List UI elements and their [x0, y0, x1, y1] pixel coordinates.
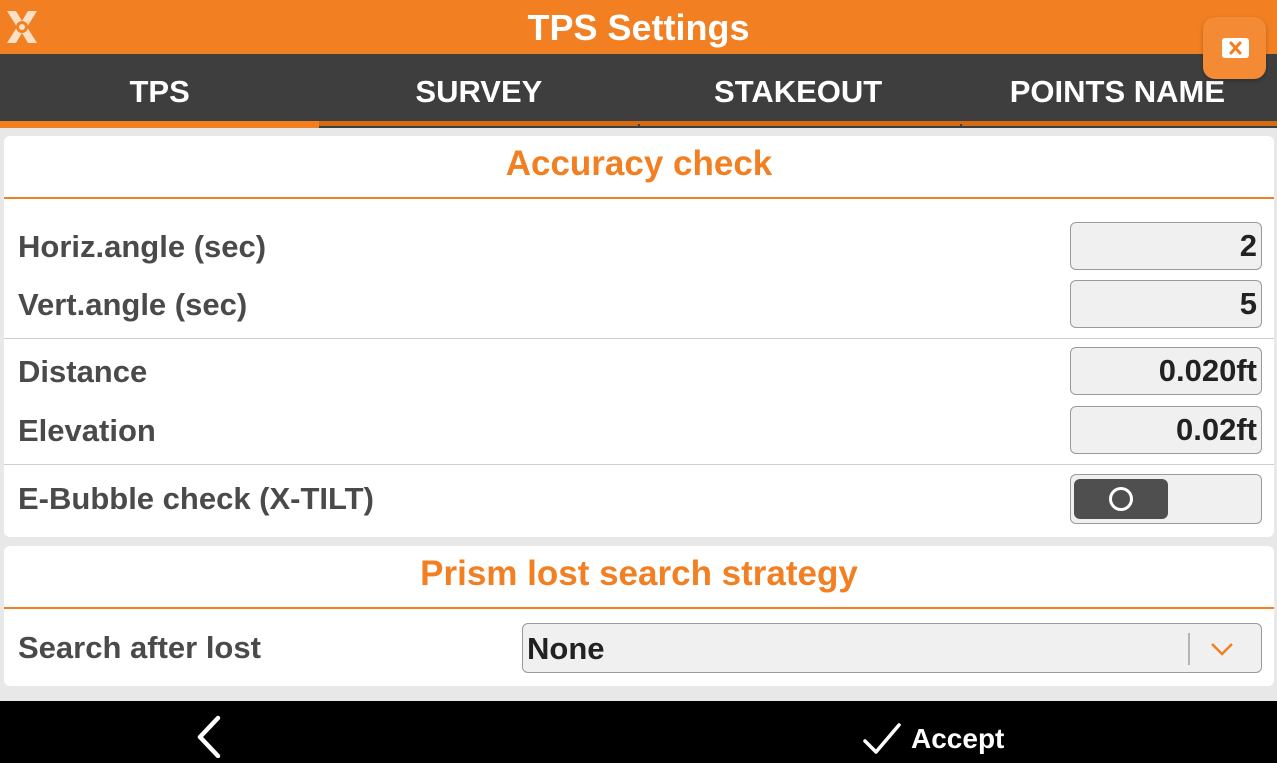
prism-lost-card: Prism lost search strategy Search after …	[4, 546, 1274, 686]
accept-label: Accept	[911, 723, 1005, 754]
distance-label: Distance	[18, 354, 148, 389]
elevation-label: Elevation	[18, 413, 156, 448]
tab-bar: TPS SURVEY STAKEOUT POINTS NAME	[0, 54, 1277, 128]
section-underline	[4, 607, 1274, 609]
back-arrow-icon	[197, 715, 221, 759]
search-after-lost-select[interactable]: None	[522, 623, 1262, 673]
divider	[4, 464, 1274, 465]
close-icon	[1222, 38, 1249, 58]
close-button[interactable]	[1203, 17, 1266, 79]
section-title: Prism lost search strategy	[420, 554, 858, 593]
page-title: TPS Settings	[527, 7, 750, 48]
title-bar: TPS Settings	[0, 0, 1277, 54]
tab-underline	[319, 121, 639, 126]
ebubble-label: E-Bubble check (X-TILT)	[18, 481, 374, 516]
distance-input[interactable]: 0.020ft	[1070, 347, 1262, 395]
bottom-bar: Accept	[0, 701, 1277, 763]
horiz-angle-label: Horiz.angle (sec)	[18, 229, 267, 264]
tab-underline	[957, 121, 1277, 126]
horiz-angle-input[interactable]: 2	[1070, 222, 1262, 270]
checkmark-icon	[863, 723, 901, 754]
accuracy-check-card: Accuracy check Horiz.angle (sec) 2 Vert.…	[4, 136, 1274, 537]
tab-label: TPS	[129, 74, 190, 109]
tab-separator	[638, 124, 640, 128]
tab-tps[interactable]: TPS	[0, 54, 320, 128]
accept-button[interactable]: Accept	[860, 719, 1020, 759]
section-title: Accuracy check	[505, 144, 773, 183]
tab-label: POINTS NAME	[1009, 74, 1226, 109]
tab-separator	[960, 124, 962, 128]
select-value: None	[527, 631, 605, 666]
vert-angle-label: Vert.angle (sec)	[18, 287, 248, 322]
section-underline	[4, 197, 1274, 199]
elevation-input[interactable]: 0.02ft	[1070, 406, 1262, 454]
tab-label: SURVEY	[415, 74, 543, 109]
tab-underline	[0, 121, 320, 128]
search-after-lost-label: Search after lost	[18, 630, 261, 665]
select-separator	[1188, 633, 1190, 665]
tab-label: STAKEOUT	[714, 74, 883, 109]
back-button[interactable]	[186, 714, 236, 759]
chevron-down-icon	[1211, 643, 1233, 656]
ebubble-toggle[interactable]	[1070, 474, 1262, 524]
divider	[4, 338, 1274, 339]
toggle-knob	[1074, 479, 1168, 519]
vert-angle-input[interactable]: 5	[1070, 280, 1262, 328]
tab-underline	[638, 121, 958, 126]
tab-survey[interactable]: SURVEY	[319, 54, 639, 128]
toggle-off-icon	[1109, 487, 1133, 511]
tab-stakeout[interactable]: STAKEOUT	[638, 54, 958, 128]
